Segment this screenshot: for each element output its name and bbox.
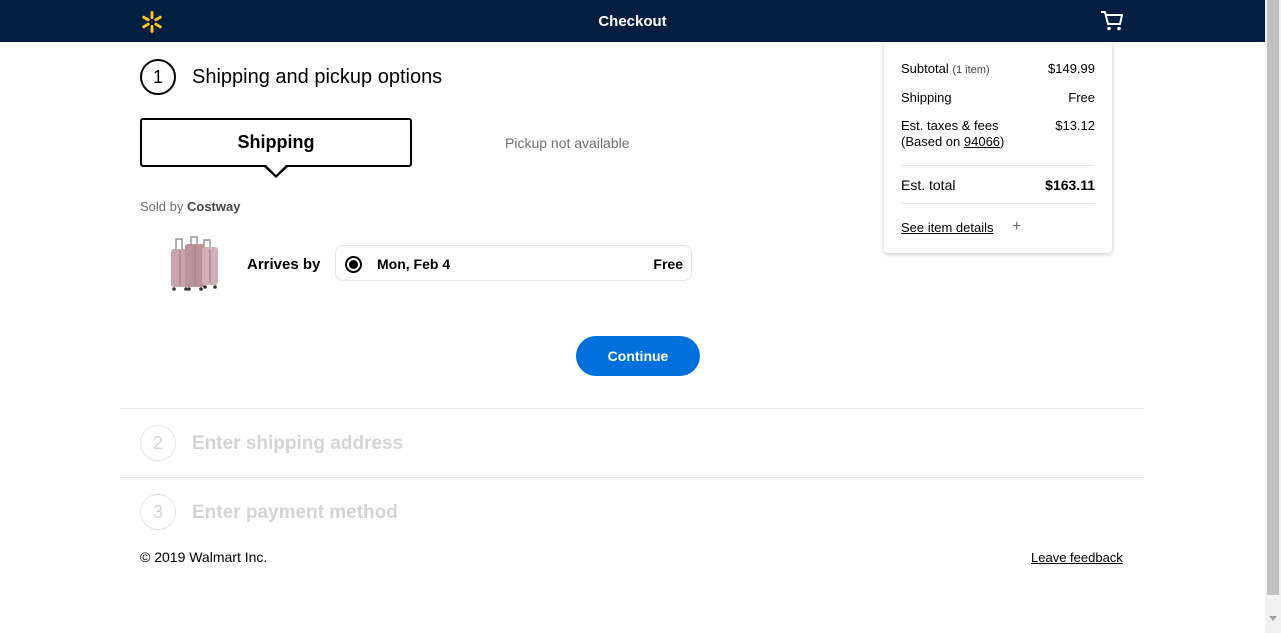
step-divider xyxy=(120,408,1144,409)
scrollbar-thumb[interactable] xyxy=(1267,0,1279,595)
taxes-label: Est. taxes & fees xyxy=(901,118,999,133)
delivery-option-radio[interactable] xyxy=(345,256,362,273)
step-1-title: Shipping and pickup options xyxy=(192,66,443,88)
order-summary-panel: Subtotal (1 item) $149.99 Shipping Free … xyxy=(884,42,1112,253)
summary-divider xyxy=(901,165,1095,166)
cart-icon[interactable] xyxy=(1100,10,1124,32)
subtotal-item-count: (1 item) xyxy=(952,64,990,76)
product-image xyxy=(171,236,218,291)
taxes-basis-prefix: (Based on xyxy=(901,134,964,149)
sold-by-text: Sold by Costway xyxy=(140,199,240,214)
taxes-value: $13.12 xyxy=(1055,118,1095,133)
header-bar: Checkout xyxy=(0,0,1265,42)
shipping-tab[interactable]: Shipping xyxy=(140,118,412,167)
scroll-down-arrow-icon[interactable] xyxy=(1269,616,1277,621)
expand-plus-icon[interactable]: + xyxy=(1012,218,1021,236)
summary-divider xyxy=(901,203,1095,204)
subtotal-label-text: Subtotal xyxy=(901,61,949,76)
step-divider xyxy=(120,477,1144,478)
continue-button[interactable]: Continue xyxy=(576,336,700,376)
seller-name: Costway xyxy=(187,199,241,214)
shipping-label: Shipping xyxy=(901,90,952,105)
see-item-details-link[interactable]: See item details xyxy=(901,220,994,235)
step-2-number: 2 xyxy=(140,425,176,461)
taxes-basis-suffix: ) xyxy=(1000,134,1005,149)
step-3-number: 3 xyxy=(140,494,176,530)
subtotal-label: Subtotal (1 item) xyxy=(901,61,990,76)
copyright-text: © 2019 Walmart Inc. xyxy=(140,549,268,565)
total-label: Est. total xyxy=(901,177,956,193)
sold-by-prefix: Sold by xyxy=(140,199,184,214)
leave-feedback-link[interactable]: Leave feedback xyxy=(1031,550,1123,565)
delivery-option[interactable]: Mon, Feb 4 Free xyxy=(335,245,692,281)
step-3-title: Enter payment method xyxy=(192,502,398,523)
pickup-unavailable-label: Pickup not available xyxy=(505,135,630,151)
delivery-price: Free xyxy=(653,256,683,272)
delivery-date: Mon, Feb 4 xyxy=(377,256,451,272)
step-2-title: Enter shipping address xyxy=(192,433,404,454)
tab-pointer-fill xyxy=(265,164,287,175)
page-title: Checkout xyxy=(598,13,667,30)
subtotal-value: $149.99 xyxy=(1048,61,1095,76)
shipping-value: Free xyxy=(1068,90,1095,105)
zip-code-link[interactable]: 94066 xyxy=(964,134,1000,149)
taxes-basis: (Based on 94066) xyxy=(901,134,1004,149)
step-1-number: 1 xyxy=(140,59,176,95)
arrives-by-label: Arrives by xyxy=(247,256,321,273)
total-value: $163.11 xyxy=(1045,177,1095,193)
